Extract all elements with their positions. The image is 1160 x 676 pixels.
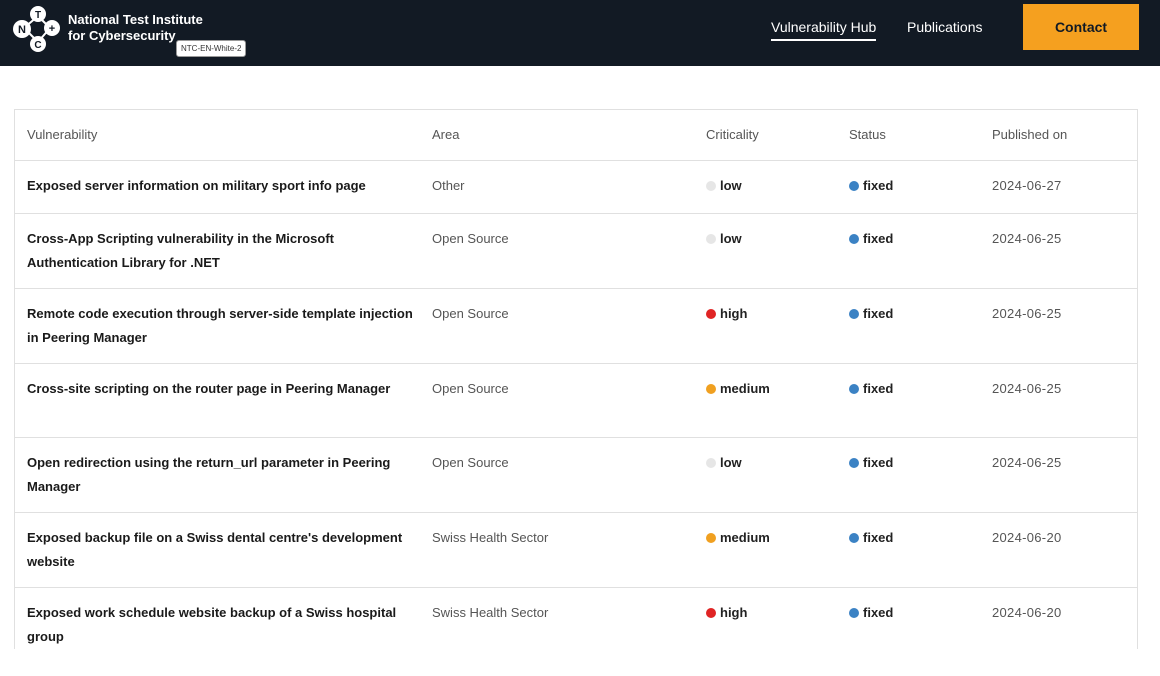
- top-navigation-bar: T N + C National Test Institute for Cybe…: [0, 0, 1160, 66]
- area-cell: Open Source: [420, 213, 694, 289]
- status-cell: fixed: [837, 160, 980, 214]
- published-date-cell: 2024-06-25: [980, 213, 1137, 289]
- criticality-dot-icon: [706, 532, 716, 543]
- vulnerability-title-link[interactable]: Open redirection using the return_url pa…: [15, 437, 420, 513]
- status-cell: fixed: [837, 288, 980, 364]
- logo-letter-t: T: [35, 10, 41, 21]
- table-row[interactable]: Exposed backup file on a Swiss dental ce…: [15, 512, 1137, 588]
- table-row[interactable]: Cross-App Scripting vulnerability in the…: [15, 213, 1137, 289]
- area-cell: Other: [420, 160, 694, 214]
- status-label: fixed: [863, 380, 894, 396]
- criticality-dot-icon: [706, 607, 716, 618]
- nav-publications[interactable]: Publications: [907, 19, 983, 35]
- criticality-cell: low: [694, 213, 837, 289]
- page-bottom-strip: [0, 649, 1160, 676]
- vulnerability-title-link[interactable]: Remote code execution through server-sid…: [15, 288, 420, 364]
- criticality-label: low: [720, 177, 742, 193]
- status-label: fixed: [863, 177, 894, 193]
- criticality-cell: low: [694, 160, 837, 214]
- criticality-label: low: [720, 230, 742, 246]
- criticality-dot-icon: [706, 180, 716, 191]
- logo-letter-plus: +: [49, 23, 55, 35]
- vulnerability-title-link[interactable]: Cross-site scripting on the router page …: [15, 363, 420, 438]
- published-date-cell: 2024-06-27: [980, 160, 1137, 214]
- column-header-criticality[interactable]: Criticality: [694, 110, 837, 161]
- criticality-label: high: [720, 305, 748, 321]
- status-cell: fixed: [837, 213, 980, 289]
- language-badge: NTC-EN-White-2: [176, 40, 247, 57]
- table-row[interactable]: Remote code execution through server-sid…: [15, 288, 1137, 364]
- contact-button[interactable]: Contact: [1023, 4, 1139, 50]
- column-header-published-on[interactable]: Published on: [980, 110, 1137, 161]
- nav-vulnerability-hub[interactable]: Vulnerability Hub: [771, 19, 877, 41]
- status-dot-icon: [849, 457, 859, 468]
- criticality-cell: high: [694, 288, 837, 364]
- area-cell: Open Source: [420, 288, 694, 364]
- published-date-cell: 2024-06-25: [980, 288, 1137, 364]
- vulnerability-title-link[interactable]: Exposed server information on military s…: [15, 160, 420, 214]
- status-label: fixed: [863, 529, 894, 545]
- status-dot-icon: [849, 308, 859, 319]
- published-date-cell: 2024-06-20: [980, 512, 1137, 588]
- status-label: fixed: [863, 454, 894, 470]
- criticality-label: high: [720, 604, 748, 620]
- vulnerability-table: Vulnerability Area Criticality Status Pu…: [15, 110, 1137, 663]
- table-row[interactable]: Open redirection using the return_url pa…: [15, 437, 1137, 513]
- status-cell: fixed: [837, 512, 980, 588]
- criticality-cell: medium: [694, 512, 837, 588]
- criticality-label: medium: [720, 380, 770, 396]
- status-dot-icon: [849, 180, 859, 191]
- criticality-dot-icon: [706, 457, 716, 468]
- vulnerability-title-link[interactable]: Cross-App Scripting vulnerability in the…: [15, 213, 420, 289]
- status-label: fixed: [863, 604, 894, 620]
- area-cell: Swiss Health Sector: [420, 512, 694, 588]
- status-label: fixed: [863, 305, 894, 321]
- status-dot-icon: [849, 532, 859, 543]
- area-cell: Open Source: [420, 437, 694, 513]
- status-dot-icon: [849, 233, 859, 244]
- criticality-label: low: [720, 454, 742, 470]
- criticality-cell: medium: [694, 363, 837, 438]
- ntc-logo-icon[interactable]: T N + C: [10, 4, 66, 58]
- vulnerability-table-card: Vulnerability Area Criticality Status Pu…: [14, 109, 1138, 664]
- status-cell: fixed: [837, 437, 980, 513]
- area-cell: Open Source: [420, 363, 694, 438]
- criticality-cell: low: [694, 437, 837, 513]
- main-content: Vulnerability Area Criticality Status Pu…: [0, 66, 1160, 664]
- status-label: fixed: [863, 230, 894, 246]
- table-row[interactable]: Cross-site scripting on the router page …: [15, 363, 1137, 438]
- vulnerability-title-link[interactable]: Exposed backup file on a Swiss dental ce…: [15, 512, 420, 588]
- status-dot-icon: [849, 383, 859, 394]
- logo-letter-n: N: [18, 24, 26, 36]
- published-date-cell: 2024-06-25: [980, 437, 1137, 513]
- column-header-vulnerability[interactable]: Vulnerability: [15, 110, 420, 161]
- criticality-label: medium: [720, 529, 770, 545]
- column-header-area[interactable]: Area: [420, 110, 694, 161]
- brand-line-1: National Test Institute: [68, 12, 203, 27]
- status-dot-icon: [849, 607, 859, 618]
- criticality-dot-icon: [706, 383, 716, 394]
- column-header-status[interactable]: Status: [837, 110, 980, 161]
- criticality-dot-icon: [706, 233, 716, 244]
- status-cell: fixed: [837, 363, 980, 438]
- table-row[interactable]: Exposed server information on military s…: [15, 160, 1137, 214]
- logo-letter-c: C: [34, 40, 41, 51]
- table-header-row: Vulnerability Area Criticality Status Pu…: [15, 110, 1137, 161]
- criticality-dot-icon: [706, 308, 716, 319]
- published-date-cell: 2024-06-25: [980, 363, 1137, 438]
